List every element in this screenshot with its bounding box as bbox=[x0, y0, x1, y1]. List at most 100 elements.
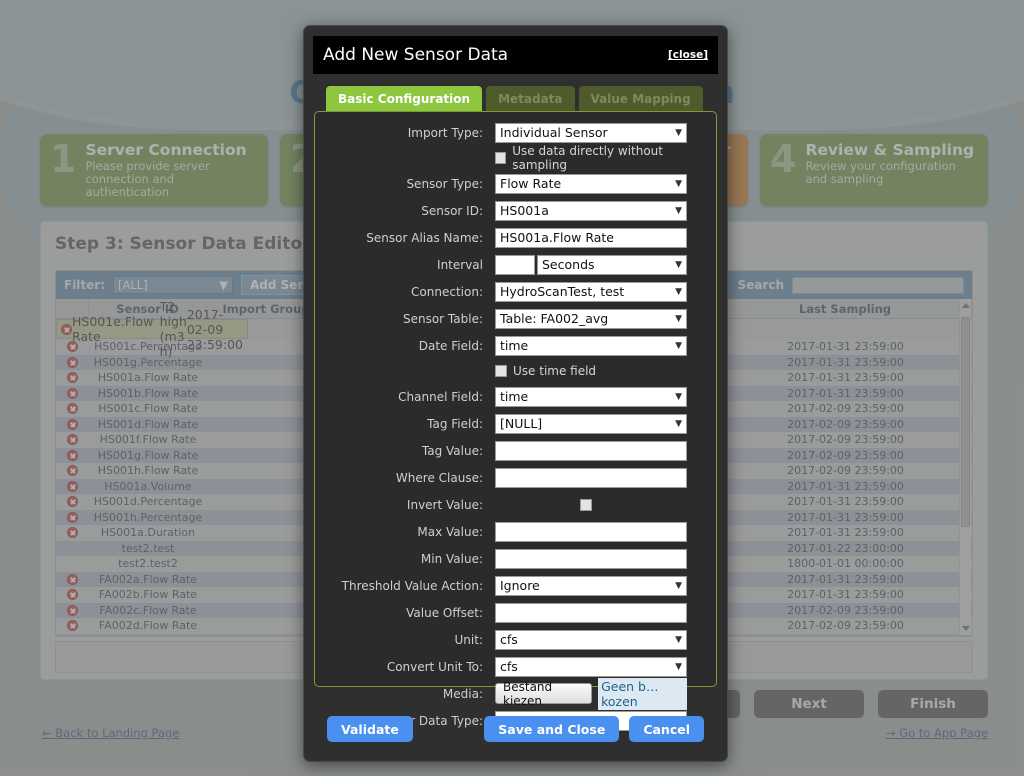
sensor-table-label: Sensor Table: bbox=[402, 311, 483, 326]
date-field-label: Date Field: bbox=[418, 338, 483, 353]
modal-action-bar: Validate Save and Close Cancel bbox=[304, 711, 727, 747]
tab-basic-configuration[interactable]: Basic Configuration bbox=[326, 86, 483, 111]
where-clause-label: Where Clause: bbox=[395, 470, 483, 485]
field-where-clause: Where Clause: bbox=[315, 465, 716, 490]
interval-input[interactable] bbox=[495, 254, 535, 275]
chevron-down-icon: ▼ bbox=[675, 340, 682, 351]
unit-select[interactable]: cfs ▼ bbox=[495, 629, 687, 650]
field-connection: Connection: HydroScanTest, test ▼ bbox=[315, 279, 716, 304]
import-type-value: Individual Sensor bbox=[500, 125, 608, 140]
field-tag-field: Tag Field: [NULL] ▼ bbox=[315, 411, 716, 436]
chevron-down-icon: ▼ bbox=[675, 259, 682, 270]
sensor-type-select[interactable]: Flow Rate ▼ bbox=[495, 173, 687, 194]
field-date-field: Date Field: time ▼ bbox=[315, 333, 716, 358]
field-use-time: Use time field bbox=[315, 360, 716, 382]
field-tag-value: Tag Value: bbox=[315, 438, 716, 463]
field-min-value: Min Value: bbox=[315, 546, 716, 571]
field-media: Media: Bestand kiezen Geen b…kozen bbox=[315, 677, 716, 710]
field-sensor-type: Sensor Type: Flow Rate ▼ bbox=[315, 171, 716, 196]
use-data-directly-checkbox[interactable] bbox=[495, 152, 507, 164]
field-import-type: Import Type: Individual Sensor ▼ bbox=[315, 120, 716, 145]
chevron-down-icon: ▼ bbox=[675, 127, 682, 138]
invert-value-checkbox[interactable] bbox=[580, 498, 592, 511]
validate-button[interactable]: Validate bbox=[327, 716, 413, 742]
field-unit: Unit: cfs ▼ bbox=[315, 627, 716, 652]
tag-field-label: Tag Field: bbox=[427, 416, 483, 431]
basic-configuration-form: Import Type: Individual Sensor ▼ Use dat… bbox=[314, 111, 717, 731]
chevron-down-icon: ▼ bbox=[675, 634, 682, 645]
tab-metadata[interactable]: Metadata bbox=[486, 86, 575, 111]
tag-value-input[interactable] bbox=[495, 440, 687, 461]
interval-label: Interval bbox=[437, 257, 483, 272]
chevron-down-icon: ▼ bbox=[675, 661, 682, 672]
convert-unit-label: Convert Unit To: bbox=[386, 659, 483, 674]
chevron-down-icon: ▼ bbox=[675, 205, 682, 216]
chosen-file-name: Geen b…kozen bbox=[598, 677, 687, 710]
page-root: Connection Configuration 1 Server Connec… bbox=[0, 0, 1024, 776]
min-value-input[interactable] bbox=[495, 548, 687, 569]
connection-select[interactable]: HydroScanTest, test ▼ bbox=[495, 281, 687, 302]
add-sensor-modal: Add New Sensor Data [close] Basic Config… bbox=[303, 25, 728, 762]
modal-titlebar: Add New Sensor Data [close] bbox=[313, 36, 718, 74]
value-offset-input[interactable] bbox=[495, 602, 687, 623]
field-interval: Interval Seconds ▼ bbox=[315, 252, 716, 277]
interval-unit-value: Seconds bbox=[542, 257, 595, 272]
cancel-button[interactable]: Cancel bbox=[629, 716, 704, 742]
chevron-down-icon: ▼ bbox=[675, 580, 682, 591]
sensor-type-value: Flow Rate bbox=[500, 176, 562, 191]
value-offset-label: Value Offset: bbox=[406, 605, 483, 620]
unit-label: Unit: bbox=[454, 632, 483, 647]
date-field-select[interactable]: time ▼ bbox=[495, 335, 687, 356]
sensor-id-select[interactable]: HS001a ▼ bbox=[495, 200, 687, 221]
media-label: Media: bbox=[442, 686, 483, 701]
modal-tabs: Basic Configuration Metadata Value Mappi… bbox=[326, 86, 727, 111]
tag-field-value: [NULL] bbox=[500, 416, 543, 431]
unit-value: cfs bbox=[500, 632, 518, 647]
import-type-select[interactable]: Individual Sensor ▼ bbox=[495, 122, 687, 143]
convert-unit-value: cfs bbox=[500, 659, 518, 674]
alias-input[interactable]: HS001a.Flow Rate bbox=[495, 227, 687, 248]
tag-field-select[interactable]: [NULL] ▼ bbox=[495, 413, 687, 434]
channel-field-select[interactable]: time ▼ bbox=[495, 386, 687, 407]
use-time-field-checkbox[interactable] bbox=[495, 365, 507, 377]
invert-value-label: Invert Value: bbox=[406, 497, 483, 512]
channel-field-value: time bbox=[500, 389, 529, 404]
connection-label: Connection: bbox=[411, 284, 483, 299]
where-clause-input[interactable] bbox=[495, 467, 687, 488]
sensor-table-value: Table: FA002_avg bbox=[500, 311, 609, 326]
chevron-down-icon: ▼ bbox=[675, 286, 682, 297]
close-icon[interactable]: [close] bbox=[668, 49, 708, 61]
use-data-directly-label: Use data directly without sampling bbox=[512, 144, 663, 172]
choose-file-button[interactable]: Bestand kiezen bbox=[495, 680, 593, 708]
max-value-input[interactable] bbox=[495, 521, 687, 542]
media-file-picker[interactable]: Bestand kiezen Geen b…kozen bbox=[495, 677, 687, 710]
sensor-id-label: Sensor ID: bbox=[421, 203, 483, 218]
threshold-action-select[interactable]: Ignore ▼ bbox=[495, 575, 687, 596]
connection-value: HydroScanTest, test bbox=[500, 284, 625, 299]
min-value-label: Min Value: bbox=[420, 551, 483, 566]
import-type-label: Import Type: bbox=[407, 125, 483, 140]
field-threshold-action: Threshold Value Action: Ignore ▼ bbox=[315, 573, 716, 598]
field-max-value: Max Value: bbox=[315, 519, 716, 544]
save-and-close-button[interactable]: Save and Close bbox=[484, 716, 620, 742]
field-sensor-table: Sensor Table: Table: FA002_avg ▼ bbox=[315, 306, 716, 331]
chevron-down-icon: ▼ bbox=[675, 178, 682, 189]
date-field-value: time bbox=[500, 338, 529, 353]
chevron-down-icon: ▼ bbox=[675, 418, 682, 429]
max-value-label: Max Value: bbox=[417, 524, 483, 539]
threshold-action-value: Ignore bbox=[500, 578, 540, 593]
convert-unit-select[interactable]: cfs ▼ bbox=[495, 656, 687, 677]
field-use-direct: Use data directly without sampling bbox=[315, 144, 716, 172]
modal-title: Add New Sensor Data bbox=[323, 45, 509, 65]
sensor-table-select[interactable]: Table: FA002_avg ▼ bbox=[495, 308, 687, 329]
field-channel-field: Channel Field: time ▼ bbox=[315, 384, 716, 409]
tab-value-mapping[interactable]: Value Mapping bbox=[578, 86, 703, 111]
interval-unit-select[interactable]: Seconds ▼ bbox=[537, 254, 687, 275]
chevron-down-icon: ▼ bbox=[675, 313, 682, 324]
field-invert-value: Invert Value: bbox=[315, 492, 716, 517]
alias-label: Sensor Alias Name: bbox=[366, 230, 483, 245]
sensor-type-label: Sensor Type: bbox=[406, 176, 483, 191]
use-time-field-label: Use time field bbox=[513, 364, 597, 378]
field-value-offset: Value Offset: bbox=[315, 600, 716, 625]
field-alias: Sensor Alias Name: HS001a.Flow Rate bbox=[315, 225, 716, 250]
